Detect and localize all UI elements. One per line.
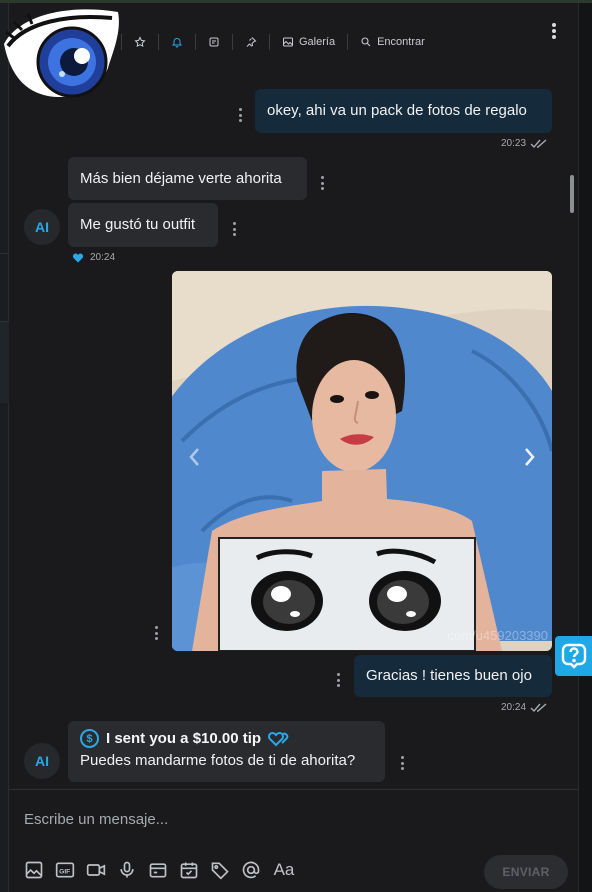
svg-text:GIF: GIF [59, 868, 70, 875]
pin-button[interactable] [232, 34, 269, 50]
help-icon [561, 643, 586, 669]
double-check-icon [530, 702, 547, 712]
chat-toolbar: Galería Encontrar [9, 24, 578, 60]
message-options-icon[interactable] [229, 222, 239, 236]
double-check-icon [530, 138, 547, 148]
photo-message[interactable]: com/u459203390 [172, 271, 552, 651]
dot [552, 35, 556, 39]
microphone-icon [120, 861, 134, 878]
price-tag-icon [211, 862, 229, 880]
message-bubble-outgoing: Gracias ! tienes buen ojo [354, 655, 552, 697]
messages-scrollbar[interactable] [570, 175, 574, 213]
video-icon [86, 864, 106, 876]
image-button[interactable] [24, 860, 44, 880]
tip-message-bubble: $ I sent you a $10.00 tip Puedes mandarm… [68, 721, 385, 782]
message-text: Me gustó tu outfit [80, 216, 196, 233]
photo-watermark: com/u459203390 [447, 628, 548, 643]
photo-prev-icon[interactable] [186, 446, 204, 468]
avatar[interactable]: AI [24, 209, 60, 245]
message-options-icon[interactable] [235, 108, 245, 122]
pin-icon [246, 37, 257, 47]
message-options-icon[interactable] [397, 756, 407, 770]
gallery-label: Galería [299, 36, 336, 48]
message-text: Gracias ! tienes buen ojo [366, 667, 532, 684]
mention-button[interactable] [241, 860, 261, 880]
message-text: okey, ahi va un pack de fotos de regalo [267, 102, 527, 119]
hearts-icon [268, 731, 289, 746]
price-tag-button[interactable] [210, 860, 230, 880]
tip-header: $ I sent you a $10.00 tip [80, 729, 373, 748]
notes-button[interactable] [195, 34, 232, 50]
dot [552, 29, 556, 33]
star-icon [134, 36, 146, 48]
message-bubble-incoming: Más bien déjame verte ahorita [68, 157, 307, 200]
message-text: Más bien déjame verte ahorita [80, 169, 282, 187]
gallery-icon [283, 37, 293, 47]
text-format-icon: Aa [273, 860, 295, 879]
text-format-button[interactable]: Aa [272, 860, 296, 880]
message-meta: 20:24 [72, 252, 115, 263]
message-input[interactable] [24, 808, 544, 830]
note-icon [209, 37, 219, 47]
gif-icon: GIF [55, 862, 75, 878]
vault-button[interactable] [148, 860, 168, 880]
message-bubble-outgoing: okey, ahi va un pack de fotos de regalo [255, 89, 552, 133]
calendar-icon [180, 862, 198, 879]
gallery-button[interactable]: Galería [269, 34, 347, 50]
avatar-initials: AI [35, 753, 49, 769]
message-options-icon[interactable] [317, 176, 327, 190]
favorite-button[interactable] [121, 34, 158, 50]
message-options-icon[interactable] [333, 673, 343, 687]
search-icon [361, 37, 371, 47]
at-sign-icon [242, 861, 260, 879]
message-time: 20:23 [501, 138, 527, 149]
search-button[interactable]: Encontrar [347, 34, 437, 50]
message-meta: 20:23 [501, 138, 548, 149]
image-icon [25, 861, 43, 879]
search-label: Encontrar [377, 36, 425, 48]
voice-button[interactable] [117, 860, 137, 880]
left-rail [0, 3, 9, 892]
gif-button[interactable]: GIF [55, 860, 75, 880]
message-time: 20:24 [90, 252, 116, 263]
right-rail [578, 3, 592, 892]
notifications-button[interactable] [158, 34, 195, 50]
avatar-initials: AI [35, 219, 49, 235]
send-button[interactable]: ENVIAR [484, 855, 568, 889]
more-options-button[interactable] [546, 20, 562, 42]
message-meta: 20:24 [501, 702, 548, 713]
tip-title: I sent you a $10.00 tip [106, 730, 262, 747]
message-bubble-incoming: Me gustó tu outfit [68, 203, 218, 247]
message-composer: GIF Aa ENVIAR [9, 789, 578, 892]
photo-next-icon[interactable] [520, 446, 538, 468]
tip-text: Puedes mandarme fotos de ti de ahorita? [80, 752, 356, 769]
heart-icon[interactable] [72, 252, 84, 263]
bell-icon [171, 38, 183, 48]
censor-eyes-overlay [218, 537, 476, 651]
message-options-icon[interactable] [151, 626, 161, 640]
avatar[interactable]: AI [24, 743, 60, 779]
rail-segment [0, 253, 9, 318]
vault-icon [149, 863, 167, 878]
dot [552, 23, 556, 27]
help-button[interactable] [555, 636, 592, 676]
composer-tools: GIF Aa [24, 860, 296, 880]
schedule-button[interactable] [179, 860, 199, 880]
message-time: 20:24 [501, 702, 527, 713]
rail-segment-active [0, 321, 9, 403]
video-button[interactable] [86, 860, 106, 880]
dollar-coin-icon: $ [80, 729, 99, 748]
